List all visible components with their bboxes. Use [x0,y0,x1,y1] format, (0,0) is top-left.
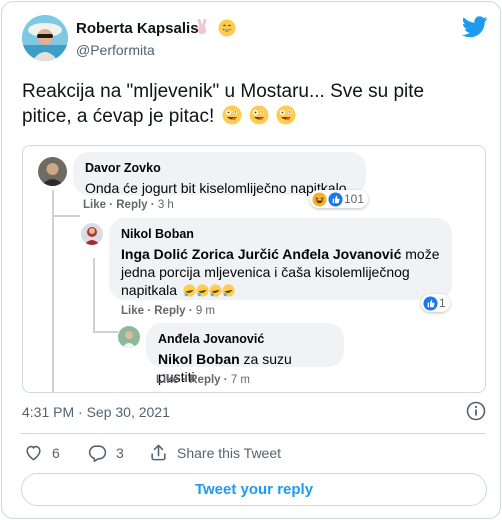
tweet-text: Reakcija na "mljevenik" u Mostaru... Sve… [22,79,472,132]
comment-time[interactable]: 3 h [158,199,174,211]
reply-link[interactable]: Reply [154,305,185,317]
comment-author[interactable]: Davor Zovko [85,159,354,177]
reaction-count-value: 1 [439,296,446,310]
divider [20,433,486,434]
like-link[interactable]: Like [156,374,179,386]
mention-tags[interactable]: Inga Dolić Zorica Jurčić Anđela Jovanovi… [121,246,401,262]
like-link[interactable]: Like [83,199,106,211]
comment-actions: Like · Reply · 3 h [83,199,174,211]
reply-link[interactable]: Reply [116,199,147,211]
share-icon [151,444,166,461]
comment-actions: Like · Reply · 9 m [121,305,215,317]
comment-bubble: Anđela Jovanović Nikol Boban za suzu pus… [146,323,344,385]
like-action[interactable]: 6 [24,443,60,462]
comment-text-part: jedna porcija mljevenica i čaša kisoleml… [121,264,410,280]
like-link[interactable]: Like [121,305,144,317]
thread-line [93,258,95,333]
haha-reaction-icon [312,191,327,207]
reply-action[interactable]: 3 [88,443,124,462]
reaction-count-value: 101 [344,192,365,206]
tweet-your-reply-button[interactable]: Tweet your reply [21,473,487,506]
comment-text: Inga Dolić Zorica Jurčić Anđela Jovanovi… [121,245,440,299]
zany-face-emoji-icon [276,105,296,125]
comment-text-part: može [401,246,440,262]
zany-face-emoji-icon [249,105,269,125]
tweet-card: Roberta Kapsalis @Performita Reakcija na… [1,1,501,519]
rofl-emoji-icon [209,284,222,297]
like-reaction-icon [328,191,343,207]
reaction-count[interactable]: 1 [421,294,450,312]
rofl-emoji-icon [196,284,209,297]
info-icon[interactable] [466,401,486,421]
comment-time[interactable]: 9 m [196,305,215,317]
reaction-count[interactable]: 101 [310,190,369,208]
commenter-avatar[interactable] [118,326,140,348]
rofl-emoji-icon [222,284,235,297]
twitter-bird-icon[interactable] [462,16,488,38]
like-count: 6 [52,444,60,461]
comment-author[interactable]: Anđela Jovanović [158,330,332,348]
victory-hand-emoji-icon [197,19,207,34]
reply-count: 3 [116,444,124,461]
share-action[interactable]: Share this Tweet [149,443,281,462]
reply-bubble-icon [88,445,107,462]
commenter-avatar[interactable] [81,223,103,245]
comment-text-part: napitkala [121,282,178,298]
like-reaction-icon [423,295,438,311]
comment-author[interactable]: Nikol Boban [121,225,440,243]
heart-icon [26,445,41,461]
author-name[interactable]: Roberta Kapsalis [76,20,199,37]
grinning-face-emoji-icon [218,19,236,37]
author-handle[interactable]: @Performita [76,42,155,58]
commenter-avatar[interactable] [38,157,67,186]
tweet-timestamp[interactable]: 4:31 PM · Sep 30, 2021 [22,404,170,420]
comment-bubble: Davor Zovko Onda će jogurt bit kiselomli… [73,152,366,196]
zany-face-emoji-icon [222,105,241,125]
embedded-facebook-screenshot[interactable]: Davor Zovko Onda će jogurt bit kiselomli… [22,145,486,393]
comment-time[interactable]: 7 m [231,374,250,386]
reply-link[interactable]: Reply [189,374,220,386]
comment-bubble: Nikol Boban Inga Dolić Zorica Jurčić Anđ… [109,218,452,300]
mention-tag[interactable]: Nikol Boban [158,351,240,367]
share-label: Share this Tweet [177,444,282,461]
thread-line [52,215,80,217]
tweet-emojis [220,105,297,132]
thread-line [52,190,54,392]
author-avatar[interactable] [22,15,68,61]
comment-actions: Like · Reply · 7 m [156,374,250,386]
thread-line [93,331,118,333]
rofl-emoji-icon [183,284,196,297]
